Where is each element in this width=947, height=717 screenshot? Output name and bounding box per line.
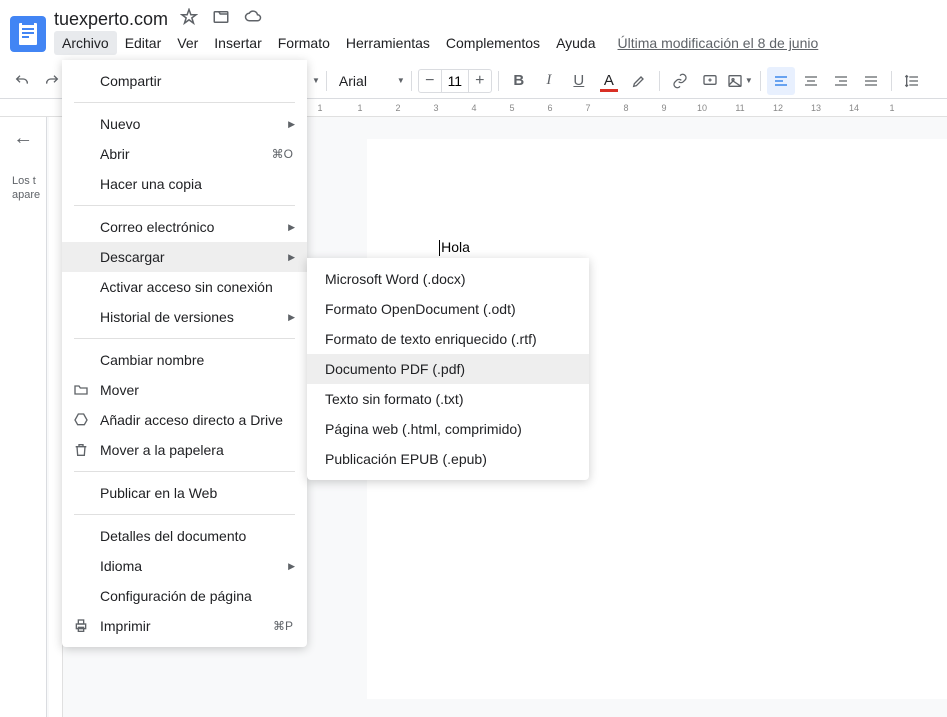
download-html[interactable]: Página web (.html, comprimido) <box>307 414 589 444</box>
menu-descargar[interactable]: Descargar▶ <box>62 242 307 272</box>
menu-papelera[interactable]: Mover a la papelera <box>62 435 307 465</box>
highlight-button[interactable] <box>625 67 653 95</box>
menu-mover[interactable]: Mover <box>62 375 307 405</box>
insert-comment-button[interactable] <box>696 67 724 95</box>
descargar-submenu: Microsoft Word (.docx) Formato OpenDocum… <box>307 258 589 480</box>
menu-compartir[interactable]: Compartir <box>62 66 307 96</box>
menu-ayuda[interactable]: Ayuda <box>548 31 603 55</box>
menu-insertar[interactable]: Insertar <box>206 31 269 55</box>
menu-offline[interactable]: Activar acceso sin conexión <box>62 272 307 302</box>
menu-nuevo[interactable]: Nuevo▶ <box>62 109 307 139</box>
align-right-button[interactable] <box>827 67 855 95</box>
align-center-button[interactable] <box>797 67 825 95</box>
underline-button[interactable]: U <box>565 67 593 95</box>
font-size-decrease[interactable]: − <box>419 72 441 90</box>
move-folder-icon[interactable] <box>212 8 230 31</box>
download-rtf[interactable]: Formato de texto enriquecido (.rtf) <box>307 324 589 354</box>
menu-archivo[interactable]: Archivo <box>54 31 117 55</box>
undo-button[interactable] <box>8 67 36 95</box>
download-txt[interactable]: Texto sin formato (.txt) <box>307 384 589 414</box>
document-text: Hola <box>441 239 470 255</box>
outline-back-button[interactable]: ← <box>6 127 40 150</box>
cloud-status-icon[interactable] <box>244 8 262 31</box>
menu-config-pagina[interactable]: Configuración de página <box>62 581 307 611</box>
folder-icon <box>72 381 90 399</box>
styles-dropdown-caret[interactable]: ▼ <box>312 76 320 85</box>
menu-acceso-directo[interactable]: Añadir acceso directo a Drive <box>62 405 307 435</box>
menu-abrir[interactable]: Abrir⌘O <box>62 139 307 169</box>
menu-versiones[interactable]: Historial de versiones▶ <box>62 302 307 332</box>
menu-renombrar[interactable]: Cambiar nombre <box>62 345 307 375</box>
italic-button[interactable]: I <box>535 67 563 95</box>
font-size-value[interactable]: 11 <box>441 70 469 92</box>
align-left-button[interactable] <box>767 67 795 95</box>
font-family-select[interactable]: Arial <box>333 73 393 89</box>
menu-idioma[interactable]: Idioma▶ <box>62 551 307 581</box>
insert-image-button[interactable]: ▼ <box>726 67 754 95</box>
text-color-button[interactable]: A <box>595 67 623 95</box>
outline-panel: ← Los tapare <box>0 117 47 717</box>
titlebar: tuexperto.com Archivo Editar Ver Inserta… <box>0 0 947 63</box>
download-pdf[interactable]: Documento PDF (.pdf) <box>307 354 589 384</box>
last-modified-link[interactable]: Última modificación el 8 de junio <box>618 35 819 51</box>
menu-publicar[interactable]: Publicar en la Web <box>62 478 307 508</box>
star-icon[interactable] <box>180 8 198 31</box>
line-spacing-button[interactable] <box>898 67 926 95</box>
font-dropdown-caret[interactable]: ▼ <box>397 76 405 85</box>
download-docx[interactable]: Microsoft Word (.docx) <box>307 264 589 294</box>
menu-editar[interactable]: Editar <box>117 31 170 55</box>
menu-imprimir[interactable]: Imprimir⌘P <box>62 611 307 641</box>
insert-link-button[interactable] <box>666 67 694 95</box>
trash-icon <box>72 441 90 459</box>
docs-logo[interactable] <box>10 16 46 52</box>
download-odt[interactable]: Formato OpenDocument (.odt) <box>307 294 589 324</box>
bold-button[interactable]: B <box>505 67 533 95</box>
font-size-increase[interactable]: + <box>469 72 491 90</box>
drive-shortcut-icon <box>72 411 90 429</box>
menu-complementos[interactable]: Complementos <box>438 31 548 55</box>
archivo-dropdown: Compartir Nuevo▶ Abrir⌘O Hacer una copia… <box>62 60 307 647</box>
text-cursor <box>439 240 440 256</box>
menubar: Archivo Editar Ver Insertar Formato Herr… <box>54 31 826 59</box>
align-justify-button[interactable] <box>857 67 885 95</box>
menu-herramientas[interactable]: Herramientas <box>338 31 438 55</box>
document-title[interactable]: tuexperto.com <box>54 9 168 30</box>
outline-placeholder: Los tapare <box>6 174 40 203</box>
menu-formato[interactable]: Formato <box>270 31 338 55</box>
menu-ver[interactable]: Ver <box>169 31 206 55</box>
menu-correo[interactable]: Correo electrónico▶ <box>62 212 307 242</box>
print-icon <box>72 617 90 635</box>
menu-hacer-copia[interactable]: Hacer una copia <box>62 169 307 199</box>
font-size-control: − 11 + <box>418 69 492 93</box>
menu-detalles[interactable]: Detalles del documento <box>62 521 307 551</box>
download-epub[interactable]: Publicación EPUB (.epub) <box>307 444 589 474</box>
